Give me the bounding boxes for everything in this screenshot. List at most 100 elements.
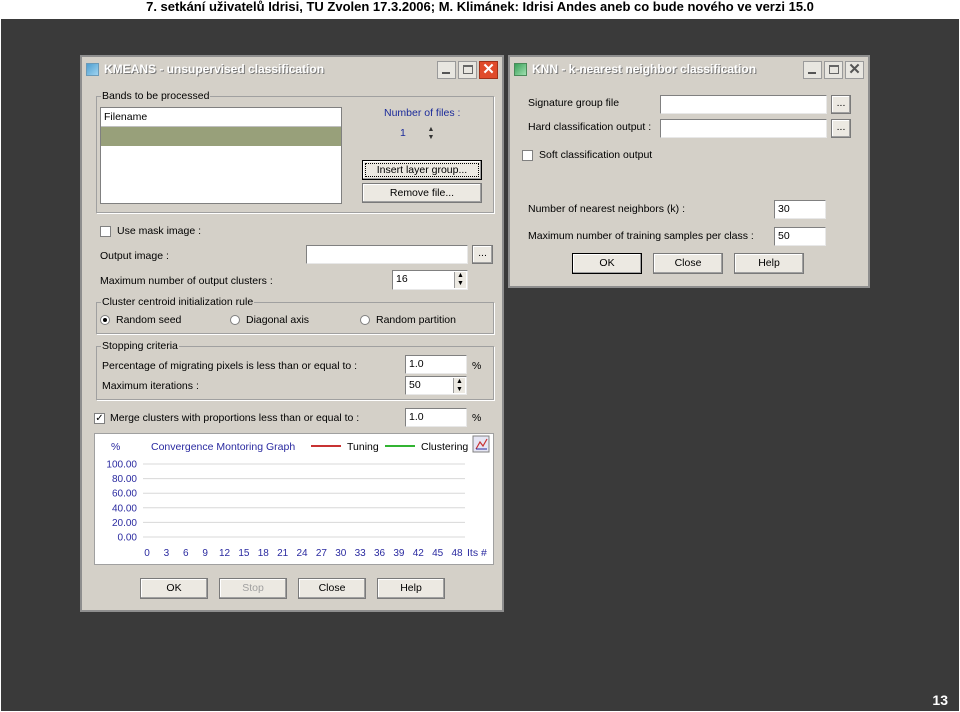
graph-x-unit: Its #	[467, 547, 487, 559]
x-tick-label: 15	[238, 548, 250, 559]
spin-down-icon: ▼	[427, 134, 435, 141]
number-of-files-spinner[interactable]: ▲ ▼	[424, 126, 438, 142]
signature-input[interactable]	[660, 95, 827, 114]
remove-file-button[interactable]: Remove file...	[362, 183, 482, 203]
graph-x-ticks: 0 3 6 9 12 15 18 21 24 27 30 33 36 39 42 45 48	[144, 548, 463, 559]
merge-label: Merge clusters with proportions less tha…	[110, 412, 360, 424]
spin-up-icon: ▲	[457, 272, 464, 279]
spin-up-icon: ▲	[427, 126, 435, 133]
radio-random-partition[interactable]	[360, 315, 370, 325]
graph-grid	[143, 463, 465, 538]
x-tick-label: 33	[355, 548, 367, 559]
max-clusters-label: Maximum number of output clusters :	[100, 275, 273, 287]
kmeans-titlebar[interactable]: KMEANS - unsupervised classification ✕	[82, 57, 502, 83]
x-tick-label: 39	[393, 548, 405, 559]
x-tick-label: 30	[335, 548, 347, 559]
x-tick-label: 45	[432, 548, 444, 559]
y-tick-label: 100.00	[106, 460, 137, 471]
radio-random-seed-label: Random seed	[116, 314, 182, 326]
slide-title: 7. setkání uživatelů Idrisi, TU Zvolen 1…	[146, 0, 814, 14]
maximize-icon	[829, 65, 839, 74]
max-clusters-spinner[interactable]: ▲ ▼	[454, 272, 466, 288]
knn-window: KNN - k-nearest neighbor classification …	[508, 55, 870, 288]
y-tick-label: 60.00	[112, 489, 137, 500]
knn-titlebar[interactable]: KNN - k-nearest neighbor classification …	[510, 57, 868, 83]
convergence-graph: % Convergence Montoring Graph Tuning Clu…	[94, 433, 494, 565]
minimize-icon	[442, 72, 450, 74]
kmeans-window: KMEANS - unsupervised classification ✕ B…	[80, 55, 504, 612]
knn-close-button[interactable]: Close	[653, 253, 723, 274]
output-image-browse-button[interactable]: ...	[472, 245, 493, 264]
soft-output-label: Soft classification output	[539, 149, 653, 161]
spin-up-icon: ▲	[456, 378, 463, 385]
x-tick-label: 9	[202, 548, 208, 559]
y-tick-label: 20.00	[112, 518, 137, 529]
filename-header[interactable]: Filename	[101, 108, 341, 127]
x-tick-label: 48	[451, 548, 463, 559]
close-icon: ✕	[482, 61, 495, 78]
x-tick-label: 6	[183, 548, 189, 559]
x-tick-label: 21	[277, 548, 289, 559]
kmeans-close-button[interactable]: Close	[298, 578, 366, 599]
signature-label: Signature group file	[528, 97, 620, 109]
x-tick-label: 3	[164, 548, 170, 559]
x-tick-label: 18	[258, 548, 270, 559]
convergence-graph-svg: % Convergence Montoring Graph Tuning Clu…	[106, 435, 490, 559]
minimize-icon	[808, 72, 816, 74]
number-of-files-label: Number of files :	[384, 107, 461, 119]
soft-output-checkbox[interactable]	[522, 150, 533, 161]
k-label: Number of nearest neighbors (k) :	[528, 203, 685, 215]
hard-output-input[interactable]	[660, 119, 827, 138]
max-iterations-spinner[interactable]: ▲ ▼	[453, 378, 465, 393]
max-iterations-label: Maximum iterations :	[102, 380, 199, 392]
merge-input[interactable]: 1.0	[405, 408, 467, 427]
merge-checkbox[interactable]: ✓	[94, 413, 105, 424]
x-tick-label: 12	[219, 548, 231, 559]
k-input[interactable]: 30	[774, 200, 826, 219]
migrating-label: Percentage of migrating pixels is less t…	[102, 360, 358, 372]
radio-random-seed[interactable]	[100, 315, 110, 325]
kmeans-help-button[interactable]: Help	[377, 578, 445, 599]
merge-percent: %	[472, 412, 482, 424]
bands-list[interactable]: Filename	[100, 107, 342, 204]
close-window-button[interactable]: ✕	[845, 61, 864, 79]
filename-header-label: Filename	[104, 111, 148, 123]
use-mask-checkbox[interactable]	[100, 226, 111, 237]
maximize-button[interactable]	[824, 61, 843, 79]
graph-y-ticks: 100.00 80.00 60.00 40.00 20.00 0.00	[106, 460, 137, 544]
insert-layer-group-button[interactable]: Insert layer group...	[362, 160, 482, 180]
use-mask-label: Use mask image :	[117, 225, 202, 237]
signature-browse-button[interactable]: ...	[831, 95, 851, 114]
minimize-button[interactable]	[803, 61, 822, 79]
x-tick-label: 36	[374, 548, 386, 559]
migrating-percent: %	[472, 360, 482, 372]
maximize-button[interactable]	[458, 61, 477, 79]
y-tick-label: 80.00	[112, 474, 137, 485]
close-icon: ✕	[848, 61, 861, 78]
radio-diagonal-axis[interactable]	[230, 315, 240, 325]
bands-group-title: Bands to be processed	[101, 90, 211, 102]
spin-down-icon: ▼	[457, 280, 464, 287]
selected-row[interactable]	[101, 127, 341, 146]
kmeans-ok-button[interactable]: OK	[140, 578, 208, 599]
x-tick-label: 27	[316, 548, 328, 559]
minimize-button[interactable]	[437, 61, 456, 79]
graph-title: Convergence Montoring Graph	[151, 441, 295, 453]
spin-down-icon: ▼	[456, 385, 463, 393]
y-tick-label: 40.00	[112, 503, 137, 514]
x-tick-label: 0	[144, 548, 150, 559]
migrating-input[interactable]: 1.0	[405, 355, 467, 374]
max-samples-input[interactable]: 50	[774, 227, 826, 246]
hard-output-browse-button[interactable]: ...	[831, 119, 851, 138]
kmeans-title: KMEANS - unsupervised classification	[104, 62, 325, 76]
output-image-input[interactable]	[306, 245, 468, 264]
knn-help-button[interactable]: Help	[734, 253, 804, 274]
max-samples-label: Maximum number of training samples per c…	[528, 230, 754, 242]
y-tick-label: 0.00	[118, 533, 138, 544]
kmeans-stop-button[interactable]: Stop	[219, 578, 287, 599]
maximize-icon	[463, 65, 473, 74]
graph-options-icon[interactable]	[472, 435, 490, 453]
legend-tuning: Tuning	[347, 441, 379, 453]
close-window-button[interactable]: ✕	[479, 61, 498, 79]
knn-ok-button[interactable]: OK	[572, 253, 642, 274]
